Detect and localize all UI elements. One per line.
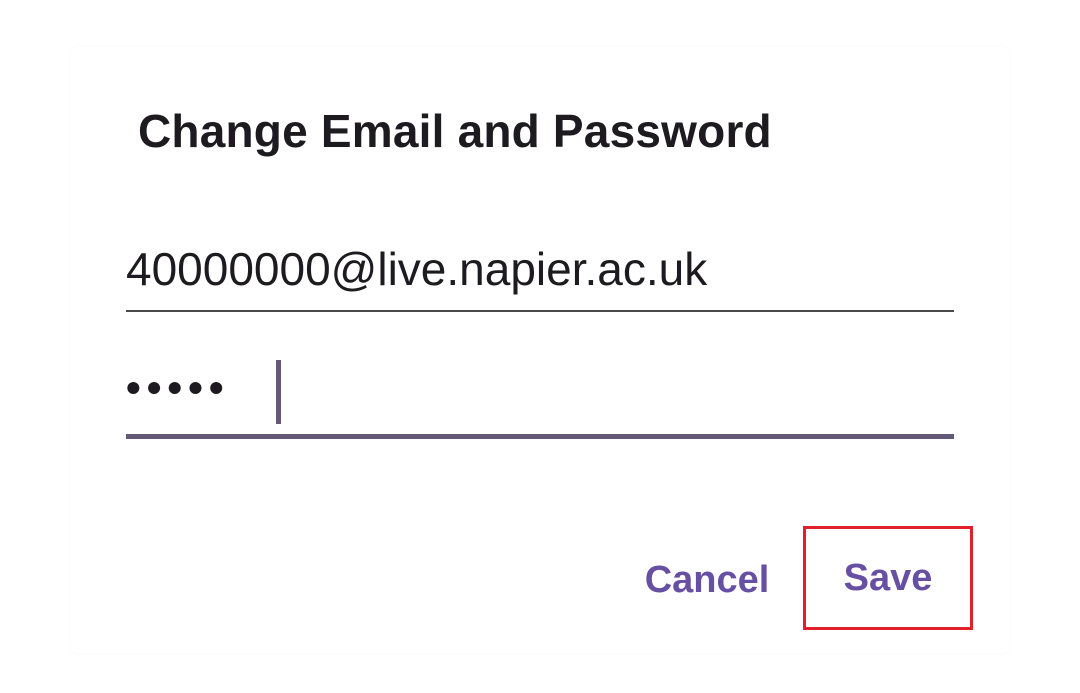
cancel-button[interactable]: Cancel bbox=[632, 526, 782, 634]
dialog-title: Change Email and Password bbox=[138, 105, 772, 157]
email-field-value: 40000000@live.napier.ac.uk bbox=[126, 243, 708, 295]
text-cursor bbox=[276, 360, 281, 424]
password-field[interactable]: ••••• bbox=[126, 352, 954, 439]
email-field[interactable]: 40000000@live.napier.ac.uk bbox=[126, 236, 954, 312]
save-button[interactable]: Save bbox=[803, 526, 973, 630]
password-field-value: ••••• bbox=[126, 364, 230, 411]
